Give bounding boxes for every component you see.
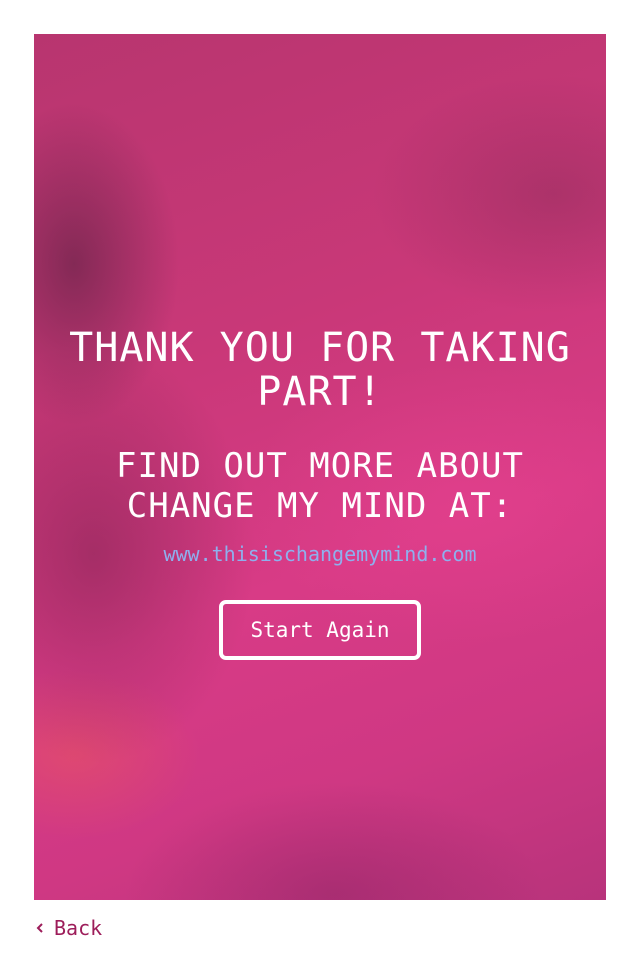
start-again-button[interactable]: Start Again — [219, 600, 421, 660]
back-button[interactable]: Back — [32, 914, 102, 942]
page-title: THANK YOU FOR TAKING PART! — [69, 325, 571, 415]
website-link[interactable]: www.thisischangemymind.com — [163, 542, 476, 566]
thank-you-card: THANK YOU FOR TAKING PART! FIND OUT MORE… — [34, 34, 606, 900]
info-subtitle: FIND OUT MORE ABOUT CHANGE MY MIND AT: — [116, 446, 524, 526]
start-again-wrapper: Start Again — [34, 600, 606, 660]
chevron-left-icon — [36, 923, 43, 933]
back-label: Back — [54, 916, 103, 940]
thank-you-content: THANK YOU FOR TAKING PART! FIND OUT MORE… — [34, 326, 606, 660]
